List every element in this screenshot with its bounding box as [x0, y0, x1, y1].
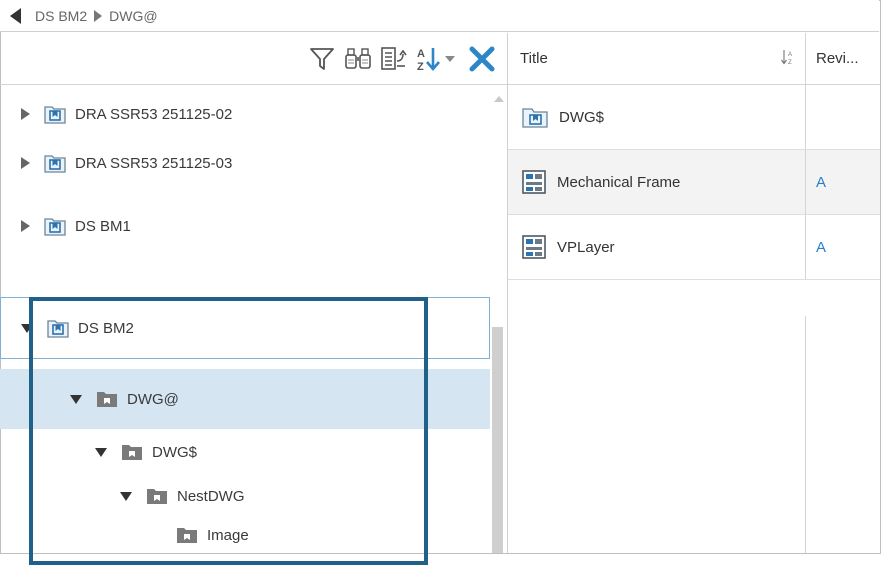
filter-button[interactable]: [307, 44, 337, 74]
drawing-icon: [522, 235, 546, 259]
bookmark-folder-icon: [44, 104, 66, 124]
row-title: Mechanical Frame: [557, 173, 681, 191]
breadcrumb-item-ds-bm2[interactable]: DS BM2: [35, 8, 87, 24]
tree-node[interactable]: Image: [0, 516, 490, 553]
breadcrumb-item-dwg-at[interactable]: DWG@: [109, 8, 157, 24]
svg-text:Z: Z: [788, 60, 792, 65]
tree-node-label: Image: [207, 526, 249, 544]
collapse-arrow-icon[interactable]: [95, 447, 107, 457]
close-icon: [469, 46, 495, 71]
column-divider: [805, 316, 806, 553]
tree-node-label: DRA SSR53 251125-03: [75, 154, 233, 172]
tree-node[interactable]: DS BM1: [0, 198, 490, 254]
column-header-revision[interactable]: Revi...: [806, 33, 880, 84]
svg-text:A: A: [417, 48, 425, 60]
chevron-down-icon[interactable]: [445, 55, 455, 62]
expand-arrow-icon[interactable]: [21, 108, 30, 120]
table-cell-title: DWG$: [508, 85, 806, 149]
sort-az-icon: A Z: [417, 47, 440, 73]
clear-button[interactable]: [467, 44, 497, 74]
breadcrumb-separator-icon: [94, 9, 103, 22]
tree-node-label: DS BM2: [78, 319, 134, 337]
column-header-title[interactable]: Title AZ: [508, 33, 806, 84]
table-cell-title: VPLayer: [508, 215, 806, 279]
tree-node[interactable]: DWG$: [0, 428, 490, 476]
expand-tree-icon: [381, 46, 407, 70]
row-revision[interactable]: A: [806, 215, 880, 279]
breadcrumb: DS BM2 DWG@: [0, 0, 879, 32]
table-cell-title: Mechanical Frame: [508, 150, 806, 214]
svg-text:A: A: [788, 52, 792, 58]
table-row[interactable]: DWG$: [508, 85, 880, 150]
collapse-arrow-icon[interactable]: [120, 491, 132, 501]
tree-toolbar: A Z: [0, 33, 507, 85]
svg-text:Z: Z: [417, 61, 424, 73]
scroll-up-arrow-icon[interactable]: [494, 96, 504, 102]
collapse-arrow-icon[interactable]: [70, 394, 82, 404]
expand-arrow-icon[interactable]: [21, 157, 30, 169]
folder-icon: [121, 443, 143, 461]
sort-indicator-icon[interactable]: AZ: [781, 49, 795, 69]
tree-node-label: DRA SSR53 251125-02: [75, 105, 233, 123]
tree-node-label: NestDWG: [177, 487, 245, 505]
folder-icon: [96, 390, 118, 408]
tree-node-label: DWG@: [127, 390, 179, 408]
grid-header: Title AZ Revi...: [508, 33, 880, 85]
scrollbar-thumb[interactable]: [492, 327, 503, 553]
row-revision: [806, 85, 880, 149]
expand-arrow-icon[interactable]: [21, 220, 30, 232]
tree-view: DRA SSR53 251125-02 DRA SSR53 251125-03 …: [0, 86, 490, 553]
table-row[interactable]: VPLayer A: [508, 215, 880, 280]
drawing-icon: [522, 170, 546, 194]
row-title: DWG$: [559, 108, 604, 126]
bookmark-folder-icon: [44, 153, 66, 173]
folder-icon: [176, 526, 198, 544]
column-header-revision-label: Revi...: [816, 50, 859, 67]
bookmark-folder-icon: [522, 106, 548, 128]
tree-node[interactable]: DS BM2: [0, 297, 490, 359]
folder-icon: [146, 487, 168, 505]
table-row[interactable]: Mechanical Frame A: [508, 150, 880, 215]
expand-all-button[interactable]: [379, 44, 409, 74]
row-revision[interactable]: A: [806, 150, 880, 214]
tree-node-label: DS BM1: [75, 217, 131, 235]
filter-icon: [310, 47, 334, 70]
sort-button[interactable]: A Z: [415, 45, 461, 73]
collapse-arrow-icon[interactable]: [21, 323, 33, 333]
tree-node[interactable]: DWG@: [0, 369, 490, 429]
tree-pane: A Z DRA SSR53 251125-02 DRA SSR53 251125…: [0, 33, 508, 553]
binoculars-icon: [345, 47, 371, 69]
column-header-title-label: Title: [520, 50, 548, 67]
tree-node[interactable]: NestDWG: [0, 476, 490, 516]
bookmark-folder-icon: [44, 216, 66, 236]
row-title: VPLayer: [557, 238, 615, 256]
content-grid: Title AZ Revi... DWG$ Mechanical Frame A: [508, 33, 880, 553]
bookmark-folder-icon: [47, 318, 69, 338]
find-button[interactable]: [343, 44, 373, 74]
tree-node[interactable]: DRA SSR53 251125-02: [0, 86, 490, 142]
back-arrow-icon[interactable]: [10, 7, 21, 24]
tree-scrollbar[interactable]: [490, 86, 507, 553]
tree-node-label: DWG$: [152, 443, 197, 461]
tree-node[interactable]: DRA SSR53 251125-03: [0, 135, 490, 191]
